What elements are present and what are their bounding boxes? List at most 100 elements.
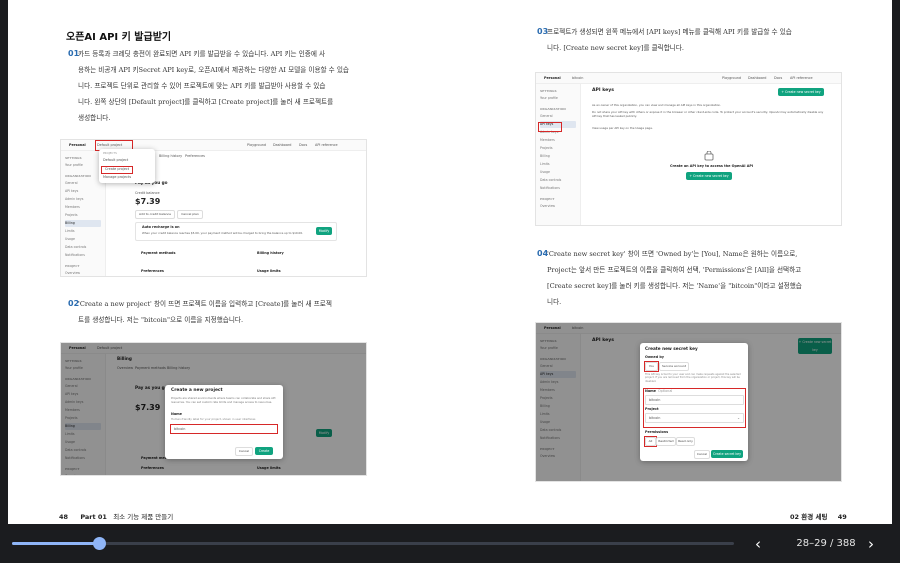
step-line: 'Create a new project' 창이 뜨면 프로젝트 이름을 입력…: [78, 300, 332, 308]
tab-preferences: Preferences: [185, 154, 205, 158]
name-input: bitcoin: [170, 424, 278, 434]
sidebar-section-header: PROJECT: [540, 197, 555, 201]
step-line: 니다.: [547, 298, 562, 306]
step-03: 03 프로젝트가 생성되면 왼쪽 메뉴에서 [API keys] 메뉴를 클릭해…: [537, 24, 847, 56]
nav-link: Docs: [299, 143, 308, 147]
dropdown-item: Manage projects: [103, 175, 132, 179]
sidebar-section-header: SETTINGS: [540, 89, 557, 93]
cancel-button: Cancel: [235, 447, 253, 456]
sidebar-item: Members: [65, 205, 80, 209]
nav-link: Dashboard: [748, 76, 767, 80]
project-label: bitcoin: [572, 76, 584, 80]
sidebar-section-header: ORGANIZATION: [65, 174, 91, 178]
nav-link: Docs: [774, 76, 783, 80]
modal-title: Create a new project: [171, 388, 223, 393]
nav-link: Dashboard: [273, 143, 292, 147]
sidebar-item: Limits: [540, 162, 550, 166]
chevron-left-icon[interactable]: ‹: [748, 534, 768, 554]
owned-by-label: Owned by: [645, 355, 664, 359]
sidebar-item: General: [540, 114, 553, 118]
tab-billing-history: Billing history: [159, 154, 183, 158]
slider-thumb[interactable]: [92, 537, 106, 550]
nav-link: API reference: [790, 76, 813, 80]
step-02: 02 'Create a new project' 창이 뜨면 프로젝트 이름을…: [68, 296, 378, 328]
sidebar-item: Projects: [65, 213, 78, 217]
sidebar-item: Overview: [540, 204, 556, 208]
create-button: Create: [255, 447, 273, 455]
step-line: 생성합니다.: [78, 114, 111, 122]
sidebar: SETTINGS Your profile ORGANIZATION General A…: [536, 84, 581, 225]
screenshot-create-project-modal: Personal Default project SETTINGS Your pr…: [60, 342, 367, 476]
desc-security: Do not share your API key with others or…: [592, 110, 824, 118]
sidebar-item: Overview: [65, 271, 81, 275]
step-line: 용하는 비공개 API 키Secret API key로, 오픈AI에서 제공하…: [78, 66, 349, 74]
step-04: 04 'Create new secret key' 창이 뜨면 'Owned …: [537, 246, 847, 310]
sidebar-item: Members: [540, 138, 555, 142]
step-01: 01 카드 등록과 크레딧 충전이 완료되면 API 키를 발급받을 수 있습니…: [68, 46, 378, 126]
project-dropdown: PROJECTS Default project Create project …: [99, 149, 155, 183]
sidebar-item: Limits: [65, 229, 75, 233]
step-line: 트를 생성합니다. 저는 "bitcoin"으로 이름을 지정했습니다.: [78, 316, 244, 324]
sidebar-item: Admin keys: [65, 197, 84, 201]
create-key-button-center: + Create new secret key: [686, 172, 732, 180]
highlight-box: [644, 361, 659, 372]
perm-read-only: Read only: [676, 437, 695, 446]
create-key-button: + Create new secret key: [778, 88, 824, 96]
page-title: API keys: [592, 88, 615, 93]
sidebar-item: Projects: [540, 146, 553, 150]
book-spread: 오픈AI API 키 발급받기 01 카드 등록과 크레딧 충전이 완료되면 A…: [8, 0, 892, 524]
step-line: 니다. [Create new secret key]를 클릭합니다.: [547, 44, 685, 52]
project-select: bitcoin ⌄: [645, 413, 744, 423]
viewer-toolbar: ‹ 28–29 / 388 ›: [0, 524, 900, 563]
name-help: Human-friendly label for your project, s…: [171, 417, 256, 421]
desc-owner: As an owner of this organization, you ca…: [592, 103, 722, 107]
dropdown-item: Default project: [103, 158, 129, 162]
sidebar-item: Billing: [540, 154, 550, 158]
nav-link: Playground: [247, 143, 267, 147]
sidebar-section-header: PROJECT: [65, 264, 80, 268]
name-optional: Optional: [658, 389, 673, 393]
project-value: bitcoin: [649, 416, 661, 420]
sidebar-section-header: SETTINGS: [65, 156, 82, 160]
credit-label: Credit balance: [135, 191, 160, 195]
sidebar-item: Data controls: [65, 245, 87, 249]
screenshot-billing-project-menu: Personal Default project Playground Dash…: [60, 139, 367, 277]
step-number: 01: [68, 49, 80, 58]
page-number: 49: [837, 513, 847, 521]
sidebar-item: Billing: [65, 220, 101, 227]
create-secret-key-button: Create secret key: [711, 450, 743, 458]
screenshot-create-secret-key: Personal bitcoin SETTINGS Your profile ORG…: [535, 322, 842, 482]
footer-title: 02 환경 세팅: [790, 513, 828, 521]
card-preferences: Preferences: [141, 269, 164, 273]
name-value: bitcoin: [174, 427, 186, 431]
progress-slider[interactable]: [12, 537, 734, 550]
sidebar-item: Notifications: [540, 186, 560, 190]
highlight-box: [101, 166, 133, 174]
footer-part: Part 01: [80, 513, 107, 521]
right-footer: 02 환경 세팅 49: [790, 511, 847, 521]
step-number: 02: [68, 299, 80, 308]
progress-fill: [12, 542, 99, 545]
key-icon: [704, 151, 714, 161]
chevron-right-icon[interactable]: ›: [861, 534, 881, 554]
sidebar-item: Usage: [65, 237, 75, 241]
modal-title: Create new secret key: [645, 346, 698, 351]
step-line: 니다. 왼쪽 상단의 [Default project]를 클릭하고 [Crea…: [78, 98, 334, 106]
add-credit-button: Add to credit balance: [135, 210, 175, 219]
sidebar-section-header: ORGANIZATION: [540, 107, 566, 111]
sidebar-item: Notifications: [65, 253, 85, 257]
highlight-box: [538, 122, 562, 132]
screenshot-api-keys: Personal bitcoin Playground Dashboard Do…: [535, 72, 842, 226]
name-value: bitcoin: [649, 398, 661, 402]
sidebar-item: Data controls: [540, 178, 562, 182]
page-number: 48: [59, 513, 69, 521]
dropdown-header: PROJECTS: [103, 151, 117, 155]
create-secret-key-modal: Create new secret key Owned by You Servi…: [640, 343, 748, 461]
app-topbar: Personal bitcoin Playground Dashboard Do…: [536, 73, 841, 84]
step-line: 프로젝트가 생성되면 왼쪽 메뉴에서 [API keys] 메뉴를 클릭해 AP…: [547, 28, 792, 36]
nav-link: Playground: [722, 76, 742, 80]
step-line: Project는 앞서 만든 프로젝트의 이름을 클릭하여 선택, 'Permi…: [547, 266, 802, 274]
card-payment-methods: Payment methods: [141, 251, 176, 255]
modal-desc: Projects are shared environments where t…: [171, 396, 276, 404]
project-label: Project: [645, 407, 659, 411]
